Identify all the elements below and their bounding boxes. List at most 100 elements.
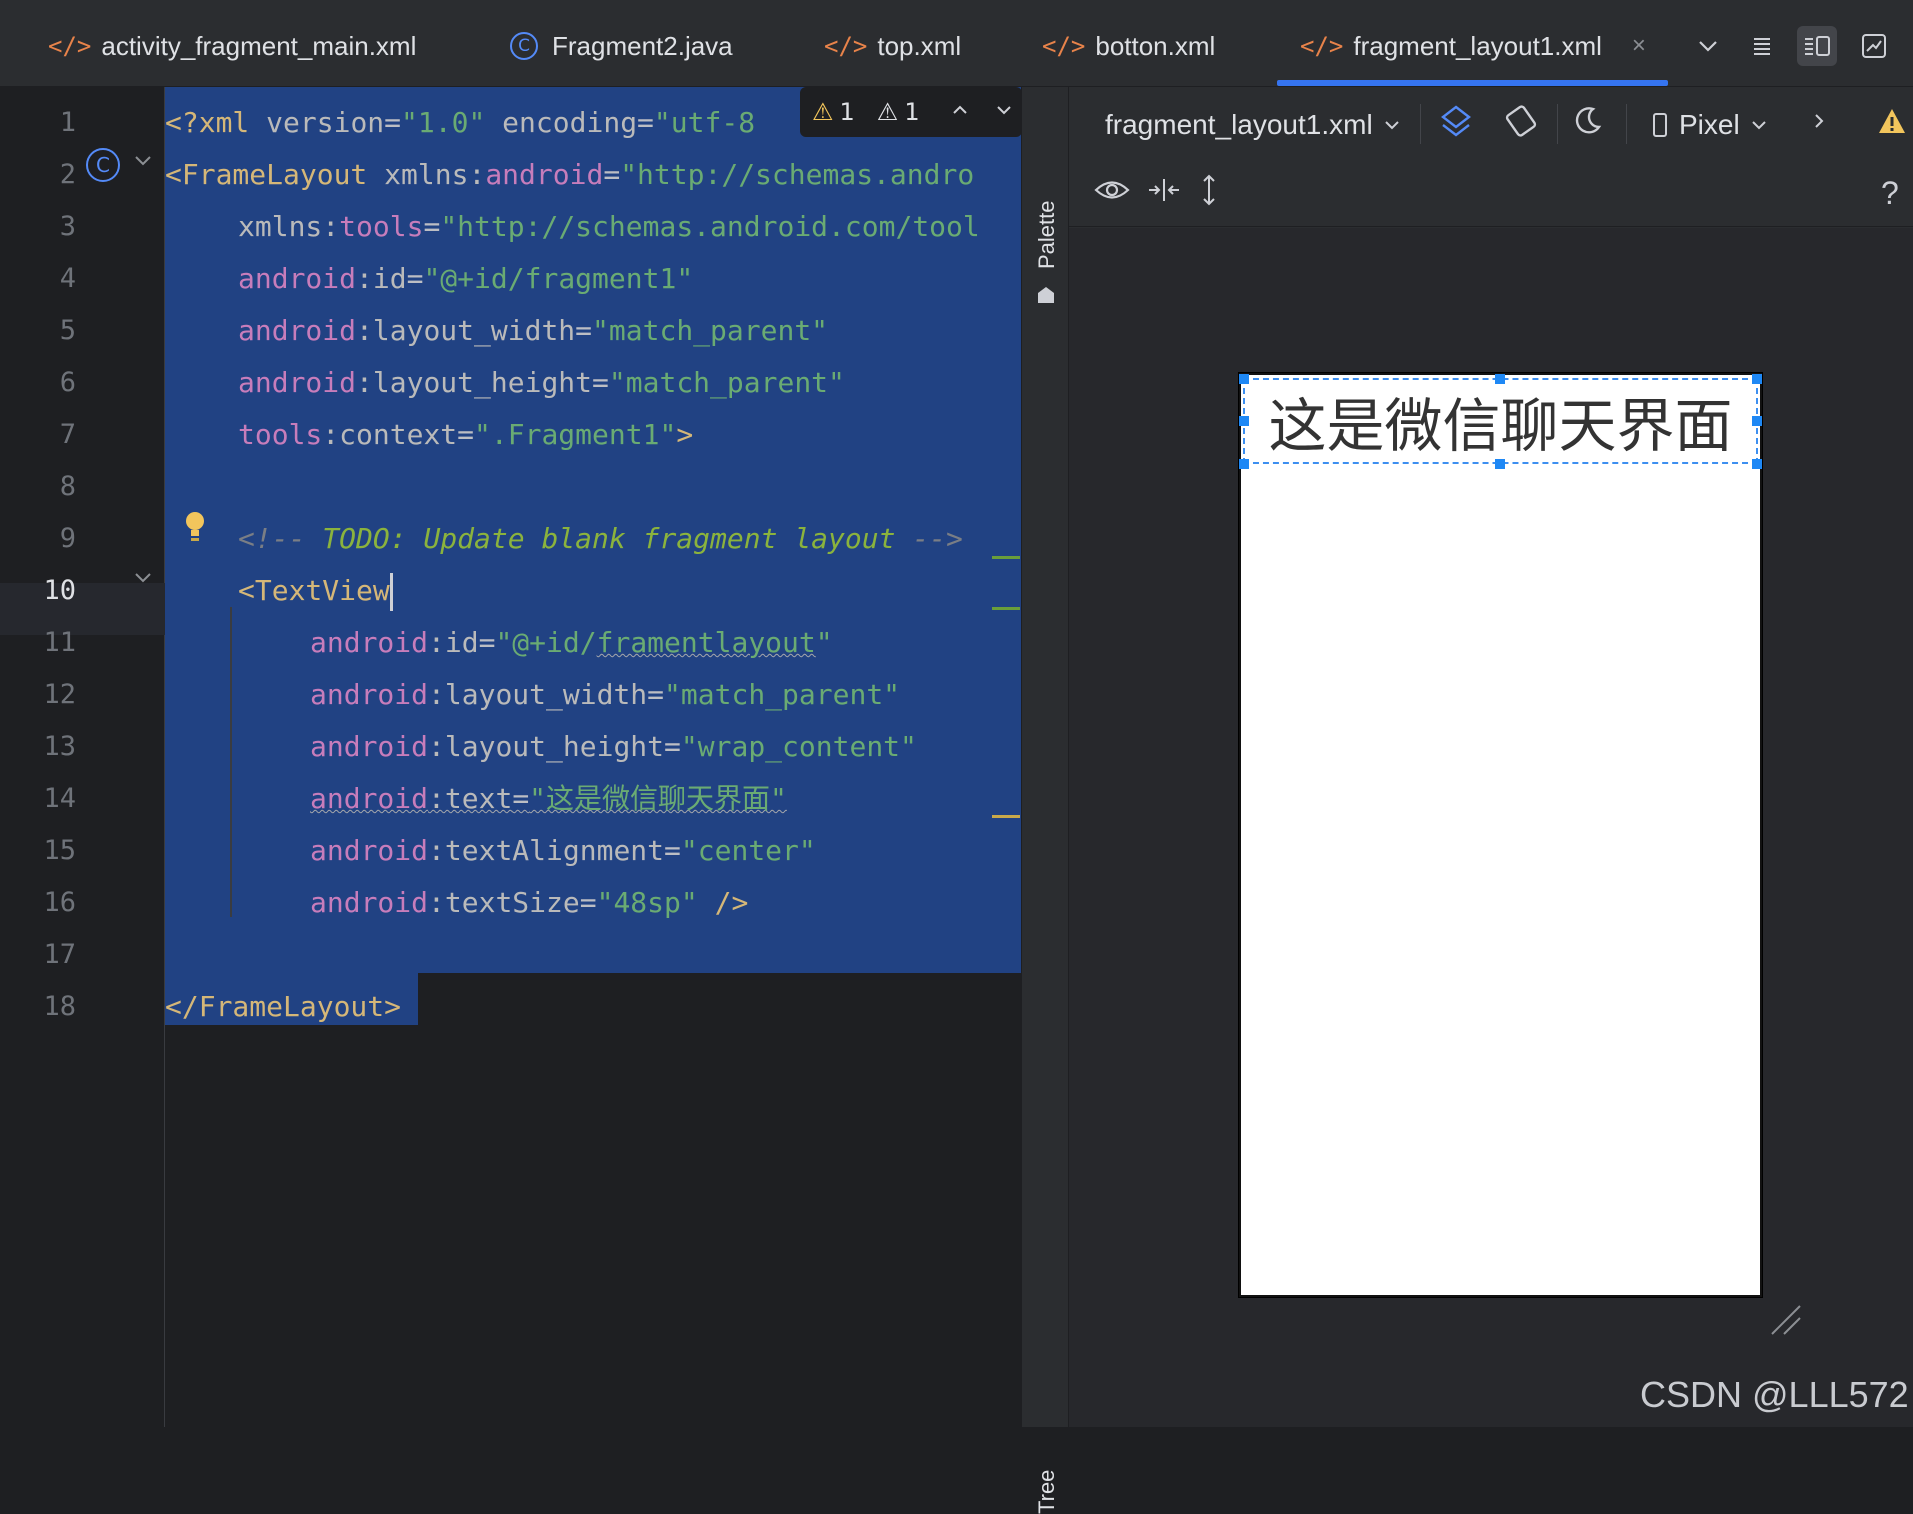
resize-handle[interactable] — [1239, 416, 1249, 426]
code-view-icon[interactable] — [1742, 26, 1782, 66]
chevron-up-icon[interactable] — [950, 98, 970, 126]
code-editor[interactable]: <?xml version="1.0" encoding="utf-8 <Fra… — [165, 87, 1021, 1427]
resize-handle[interactable] — [1239, 459, 1249, 469]
line-number: 4 — [59, 263, 76, 294]
line-number: 17 — [43, 939, 76, 970]
device-resize-icon[interactable] — [1766, 1300, 1806, 1340]
xml-code-icon: </> — [1042, 32, 1086, 60]
line-number: 14 — [43, 783, 76, 814]
line-number: 5 — [59, 315, 76, 346]
tab-activity-fragment-main[interactable]: </> activity_fragment_main.xml — [48, 24, 416, 68]
code-line-1: <?xml version="1.0" encoding="utf-8 — [165, 106, 756, 139]
code-line-13: android:layout_height="wrap_content" — [310, 730, 917, 763]
resize-handle[interactable] — [1752, 459, 1762, 469]
class-c-icon: C — [510, 32, 538, 60]
change-marker — [992, 556, 1020, 559]
lightbulb-icon[interactable] — [181, 509, 209, 545]
help-icon[interactable]: ? — [1881, 175, 1899, 212]
palette-strip: Palette Tree — [1021, 87, 1069, 1514]
layout-file-select[interactable]: fragment_layout1.xml — [1105, 105, 1401, 145]
code-line-15: android:textAlignment="center" — [310, 834, 816, 867]
chevron-down-icon[interactable] — [994, 98, 1014, 126]
fold-chevron-icon[interactable] — [132, 149, 158, 179]
warning-icon: ⚠ — [812, 98, 834, 126]
line-number: 1 — [59, 107, 76, 138]
code-line-7: tools:context=".Fragment1"> — [238, 418, 694, 451]
code-line-3: xmlns:tools="http://schemas.android.com/… — [238, 210, 980, 243]
vertical-resize-icon[interactable] — [1199, 173, 1219, 207]
line-number: 10 — [43, 575, 76, 606]
horizontal-constraint-icon[interactable] — [1147, 175, 1181, 205]
design-toolbar: fragment_layout1.xml Pixel ? — [1069, 87, 1913, 227]
xml-code-icon: </> — [824, 32, 868, 60]
text-caret — [389, 573, 393, 611]
line-number: 6 — [59, 367, 76, 398]
xml-code-icon: </> — [1300, 32, 1344, 60]
device-label: Pixel — [1679, 109, 1740, 140]
chevron-down-icon[interactable] — [1688, 26, 1728, 66]
close-icon[interactable]: × — [1632, 32, 1646, 60]
code-line-4: android:id="@+id/fragment1" — [238, 262, 694, 295]
divider — [1420, 104, 1421, 144]
resize-handle[interactable] — [1239, 374, 1249, 384]
device-preview[interactable] — [1239, 373, 1762, 1297]
line-number: 8 — [59, 471, 76, 502]
warning-marker — [992, 815, 1020, 818]
line-number: 2 — [59, 159, 76, 190]
xml-code-icon: </> — [48, 32, 92, 60]
resize-handle[interactable] — [1495, 374, 1505, 384]
line-number: 16 — [43, 887, 76, 918]
layers-icon[interactable] — [1439, 103, 1473, 141]
line-number: 15 — [43, 835, 76, 866]
chevron-right-icon[interactable] — [1809, 111, 1829, 131]
resize-handle[interactable] — [1752, 416, 1762, 426]
phone-icon — [1653, 113, 1667, 137]
tab-label: activity_fragment_main.xml — [101, 30, 417, 61]
resize-handle[interactable] — [1752, 374, 1762, 384]
tab-botton-xml[interactable]: </> botton.xml — [1042, 24, 1215, 68]
indent-guide — [230, 607, 232, 917]
change-marker — [992, 607, 1020, 610]
divider — [1557, 104, 1558, 144]
line-number: 11 — [43, 627, 76, 658]
tab-label: top.xml — [877, 30, 962, 61]
line-number: 12 — [43, 679, 76, 710]
code-line-11: android:id="@+id/framentlayout" — [310, 626, 833, 659]
fold-chevron-icon[interactable] — [132, 566, 158, 596]
weak-warning-count: 1 — [904, 98, 920, 126]
code-line-2: <FrameLayout xmlns:android="http://schem… — [165, 158, 975, 191]
device-select[interactable]: Pixel — [1651, 105, 1768, 145]
design-view-icon[interactable] — [1854, 26, 1894, 66]
split-view-icon[interactable] — [1797, 26, 1837, 66]
tab-fragment2-java[interactable]: C Fragment2.java — [510, 24, 733, 68]
inspection-widget[interactable]: ⚠ 1 ⚠ 1 — [800, 87, 1022, 137]
selection-outline — [1243, 378, 1758, 464]
chevron-down-icon — [1384, 121, 1399, 130]
tab-label: botton.xml — [1095, 30, 1216, 61]
code-line-16: android:textSize="48sp" /> — [310, 886, 749, 919]
tab-fragment-layout1-xml[interactable]: </> fragment_layout1.xml × — [1300, 24, 1646, 68]
warning-icon[interactable] — [1877, 107, 1907, 135]
line-number: 3 — [59, 211, 76, 242]
tab-top-xml[interactable]: </> top.xml — [824, 24, 961, 68]
code-line-12: android:layout_width="match_parent" — [310, 678, 901, 711]
watermark: CSDN @LLL572 — [1640, 1374, 1909, 1415]
code-line-5: android:layout_width="match_parent" — [238, 314, 829, 347]
orientation-icon[interactable] — [1503, 103, 1539, 139]
class-c-icon[interactable]: C — [86, 148, 120, 182]
eye-icon[interactable] — [1093, 175, 1131, 205]
line-number: 9 — [59, 523, 76, 554]
palette-tab[interactable]: Palette — [1034, 201, 1060, 270]
warning-count: 1 — [839, 98, 855, 126]
component-tree-tab[interactable]: Tree — [1034, 1470, 1060, 1514]
code-line-14: android:text="这是微信聊天界面" — [310, 782, 787, 815]
line-number: 18 — [43, 991, 76, 1022]
editor-tab-bar: </> activity_fragment_main.xml C Fragmen… — [0, 0, 1913, 87]
tab-label: fragment_layout1.xml — [1353, 30, 1602, 61]
divider — [1626, 104, 1627, 144]
chevron-down-icon — [1751, 121, 1766, 130]
code-line-6: android:layout_height="match_parent" — [238, 366, 845, 399]
resize-handle[interactable] — [1495, 459, 1505, 469]
code-line-18: </FrameLayout> — [165, 990, 402, 1023]
night-mode-icon[interactable] — [1571, 103, 1605, 137]
